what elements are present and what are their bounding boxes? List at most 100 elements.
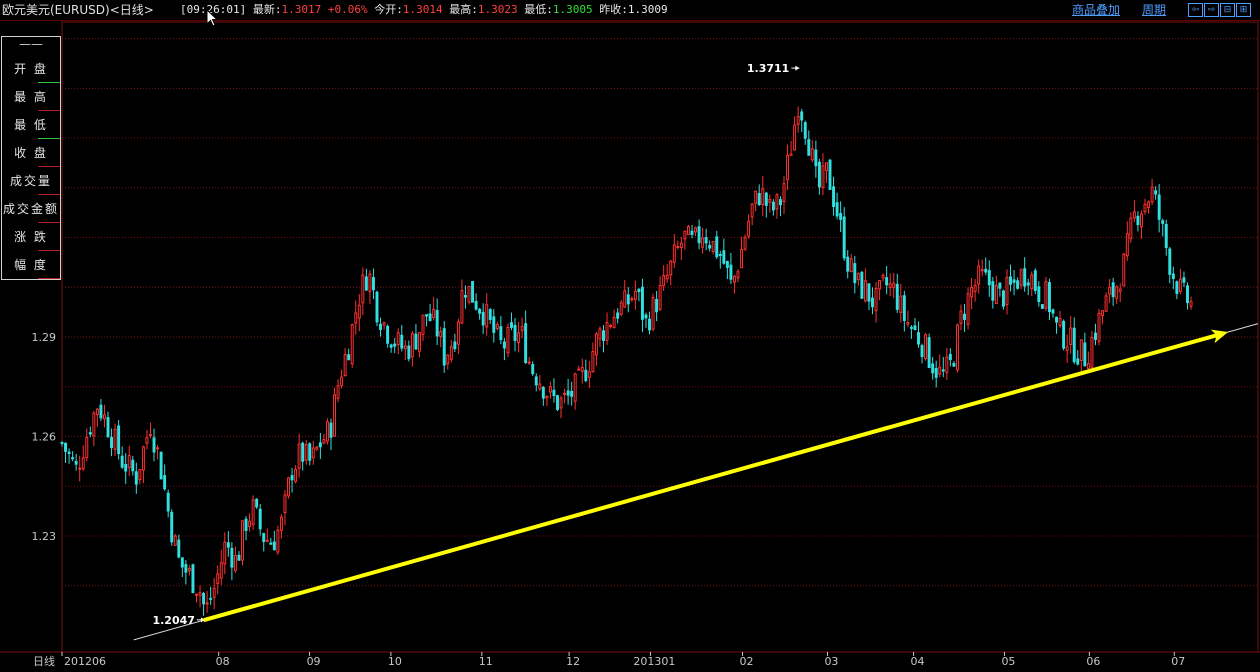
x-tick-label: 03 bbox=[824, 655, 838, 668]
candle-body bbox=[725, 260, 729, 268]
candle-body bbox=[853, 263, 857, 284]
candle-body bbox=[478, 308, 482, 314]
candle-body bbox=[970, 286, 974, 298]
legend-amount-label: 成交金额 bbox=[2, 202, 59, 216]
candle-body bbox=[612, 316, 616, 329]
candle-body bbox=[1079, 339, 1083, 362]
trendline[interactable] bbox=[202, 333, 1219, 622]
x-tick-label: 08 bbox=[216, 655, 230, 668]
candle-body bbox=[290, 475, 294, 481]
candle-body bbox=[251, 499, 255, 525]
legend-low-label: 最 低 bbox=[14, 118, 48, 132]
candle-body bbox=[517, 332, 521, 343]
candle-body bbox=[817, 161, 821, 188]
candle-body bbox=[534, 376, 538, 386]
candle-body bbox=[640, 286, 644, 320]
candle-body bbox=[722, 250, 726, 264]
candle-body bbox=[541, 386, 545, 399]
candle-body bbox=[180, 557, 184, 568]
candle-body bbox=[492, 316, 496, 333]
candle-body bbox=[835, 202, 839, 217]
candle-body bbox=[325, 421, 329, 442]
candle-body bbox=[648, 318, 651, 331]
candle-body bbox=[1168, 248, 1172, 275]
candle-body bbox=[718, 253, 722, 257]
candle-body bbox=[354, 312, 358, 324]
candle-body bbox=[885, 277, 889, 286]
candle-body bbox=[867, 283, 871, 302]
candle-body bbox=[357, 304, 361, 319]
candle-body bbox=[878, 280, 882, 290]
candle-body bbox=[856, 272, 860, 281]
candle-body bbox=[888, 283, 892, 288]
candle-body bbox=[732, 275, 736, 283]
candle-body bbox=[825, 162, 828, 172]
candle-body bbox=[1058, 317, 1062, 326]
candle-body bbox=[88, 432, 92, 435]
candle-body bbox=[892, 282, 896, 289]
candle-body bbox=[1026, 282, 1030, 286]
candle-body bbox=[223, 541, 227, 565]
candle-body bbox=[587, 371, 591, 378]
candle-body bbox=[297, 443, 301, 469]
candle-body bbox=[881, 274, 885, 279]
candle-body bbox=[800, 111, 804, 121]
candle-body bbox=[1069, 327, 1073, 345]
candle-body bbox=[807, 139, 811, 156]
candle-body bbox=[545, 395, 549, 399]
candle-body bbox=[1115, 286, 1119, 299]
candle-body bbox=[630, 298, 634, 301]
candle-body bbox=[591, 350, 595, 372]
candle-body bbox=[987, 270, 991, 286]
candle-body bbox=[173, 535, 177, 546]
candle-body bbox=[1012, 279, 1016, 283]
candle-body bbox=[980, 269, 984, 272]
candle-body bbox=[548, 386, 552, 393]
candle-body bbox=[1122, 253, 1126, 287]
candle-body bbox=[619, 302, 623, 315]
candle-body bbox=[973, 284, 977, 292]
candle-body bbox=[860, 271, 864, 299]
candle-body bbox=[803, 122, 807, 139]
candle-body bbox=[1055, 316, 1059, 323]
candle-body bbox=[1125, 233, 1129, 257]
candle-body bbox=[1086, 363, 1090, 370]
candle-body bbox=[605, 322, 609, 341]
candle-body bbox=[304, 443, 308, 461]
candle-body bbox=[846, 256, 850, 272]
candle-body bbox=[559, 397, 563, 409]
candle-body bbox=[637, 288, 641, 293]
candle-body bbox=[216, 573, 220, 584]
candle-body bbox=[577, 368, 581, 371]
candle-body bbox=[1065, 346, 1069, 351]
candle-body bbox=[442, 328, 446, 366]
candle-body bbox=[952, 362, 956, 367]
legend-open: 开 盘 bbox=[2, 57, 60, 85]
candle-body bbox=[771, 201, 775, 211]
candle-body bbox=[1136, 215, 1140, 226]
candle-body bbox=[616, 312, 620, 319]
candlestick-chart[interactable]: 1.23 1.26 1.29 日线 201206 08 09 10 11 12 201301 02 03… bbox=[0, 0, 1260, 672]
candle-body bbox=[1044, 281, 1048, 309]
candle-body bbox=[446, 354, 450, 365]
candle-body bbox=[1157, 194, 1161, 220]
candle-body bbox=[141, 446, 145, 471]
candle-body bbox=[393, 343, 397, 347]
candle-body bbox=[984, 268, 988, 273]
candle-body bbox=[488, 309, 492, 320]
candle-body bbox=[301, 442, 305, 462]
candle-body bbox=[439, 331, 443, 338]
legend-change: 涨 跌 bbox=[2, 225, 60, 253]
candle-body bbox=[219, 562, 223, 579]
candle-body bbox=[226, 542, 230, 548]
candle-body bbox=[60, 442, 64, 445]
candle-body bbox=[269, 542, 273, 545]
candle-body bbox=[432, 308, 436, 319]
candle-body bbox=[994, 284, 998, 304]
legend-open-label: 开 盘 bbox=[14, 62, 48, 76]
candle-body bbox=[379, 323, 383, 331]
candle-body bbox=[1104, 295, 1108, 312]
candle-body bbox=[237, 554, 241, 561]
candle-body bbox=[945, 356, 949, 374]
candle-body bbox=[793, 124, 797, 151]
